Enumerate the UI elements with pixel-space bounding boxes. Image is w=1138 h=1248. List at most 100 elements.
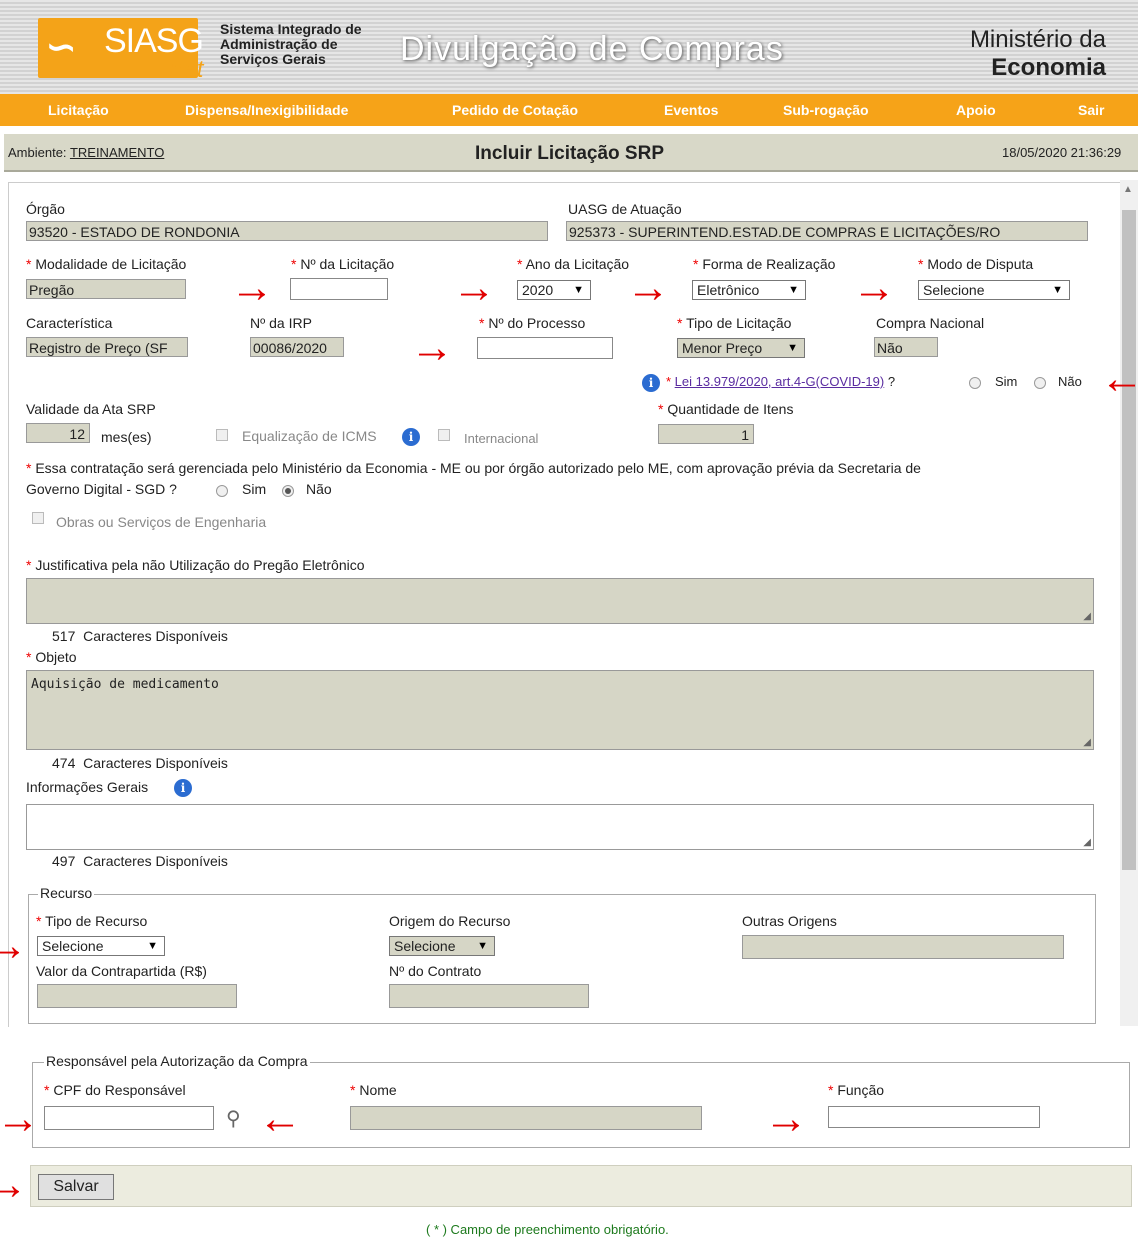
chevron-down-icon: ▼ [477, 940, 488, 952]
gerenciada-question-line2: Governo Digital - SGD ? [26, 481, 177, 497]
modo-label: * Modo de Disputa [918, 256, 1034, 272]
objeto-label: * Objeto [26, 649, 77, 665]
tipo-label: * Tipo de Licitação [677, 315, 792, 331]
info-gerais-counter: 497 Caracteres Disponíveis [52, 853, 228, 869]
nome-label: * Nome [350, 1082, 397, 1098]
validade-unit: mes(es) [101, 429, 152, 445]
justificativa-textarea[interactable]: ◢ [26, 578, 1094, 624]
chevron-down-icon: ▼ [573, 284, 584, 296]
annotation-arrow-right-icon: → [0, 1094, 40, 1143]
chevron-down-icon: ▼ [147, 940, 158, 952]
gap [0, 1028, 1138, 1046]
menu-item-eventos[interactable]: Eventos [664, 102, 718, 118]
menu-item-sub-rogacao[interactable]: Sub-rogação [783, 102, 869, 118]
lei-nao-radio[interactable] [1034, 377, 1046, 389]
num-licitacao-label: * Nº da Licitação [291, 256, 395, 272]
ministry-line1: Ministério da [969, 26, 1106, 53]
gerenciada-nao-radio[interactable] [282, 485, 294, 497]
annotation-arrow-right-icon: → [764, 1094, 808, 1143]
num-licitacao-input[interactable] [290, 278, 388, 300]
outras-origens-field [742, 935, 1064, 959]
system-name-line1: Sistema Integrado de [220, 21, 362, 37]
processo-input[interactable] [477, 337, 613, 359]
info-gerais-label: Informações Gerais [26, 779, 149, 795]
page-title: Incluir Licitação SRP [475, 143, 664, 164]
lei-link[interactable]: Lei 13.979/2020, art.4-G(COVID-19) [675, 374, 885, 389]
ambiente-link[interactable]: TREINAMENTO [70, 145, 164, 160]
chevron-down-icon: ▼ [788, 284, 799, 296]
resize-grip-icon[interactable]: ◢ [1083, 737, 1091, 748]
gerenciada-sim-label: Sim [242, 481, 267, 497]
contrapartida-field [37, 984, 237, 1008]
processo-label: * Nº do Processo [479, 315, 586, 331]
chevron-down-icon: ▼ [1052, 284, 1063, 296]
datetime: 18/05/2020 21:36:29 [1002, 145, 1122, 160]
validade-field: 12 [26, 423, 90, 443]
origem-recurso-label: Origem do Recurso [389, 913, 511, 929]
objeto-textarea[interactable]: Aquisição de medicamento ◢ [26, 670, 1094, 750]
menu-item-dispensa[interactable]: Dispensa/Inexigibilidade [185, 102, 348, 118]
lei-sim-radio[interactable] [969, 377, 981, 389]
ano-select[interactable]: 2020 ▼ [517, 280, 591, 300]
caracteristica-field: Registro de Preço (SF [26, 337, 188, 357]
lei-row: * Lei 13.979/2020, art.4-G(COVID-19) ? [666, 374, 896, 389]
scrollbar-thumb[interactable] [1122, 210, 1136, 870]
forma-select[interactable]: Eletrônico ▼ [692, 280, 806, 300]
origem-recurso-select[interactable]: Selecione ▼ [389, 936, 495, 956]
contrato-label: Nº do Contrato [389, 963, 482, 979]
menu-item-apoio[interactable]: Apoio [956, 102, 996, 118]
internacional-label: Internacional [464, 431, 539, 446]
resize-grip-icon[interactable]: ◢ [1083, 611, 1091, 622]
gerenciada-question: * Essa contratação será gerenciada pelo … [26, 460, 921, 476]
resize-grip-icon[interactable]: ◢ [1083, 837, 1091, 848]
justificativa-label: * Justificativa pela não Utilização do P… [26, 557, 365, 573]
ministry-line2: Economia [991, 54, 1106, 81]
menu-item-sair[interactable]: Sair [1078, 102, 1104, 118]
annotation-arrow-right-icon: → [0, 1160, 28, 1209]
qtd-itens-label: * Quantidade de Itens [658, 401, 794, 417]
funcao-input[interactable] [828, 1106, 1040, 1128]
menu-item-pedido-cotacao[interactable]: Pedido de Cotação [452, 102, 578, 118]
responsavel-legend: Responsável pela Autorização da Compra [44, 1053, 310, 1069]
required-note: ( * ) Campo de preenchimento obrigatório… [426, 1222, 669, 1237]
tipo-select[interactable]: Menor Preço ▼ [677, 338, 805, 358]
info-icon[interactable]: i [642, 374, 660, 392]
orgao-label: Órgão [26, 201, 65, 217]
tipo-recurso-label: * Tipo de Recurso [36, 913, 148, 929]
info-gerais-textarea[interactable]: ◢ [26, 804, 1094, 850]
lei-nao-label: Não [1058, 374, 1082, 389]
annotation-arrow-left-icon: ← [258, 1094, 302, 1143]
modalidade-field: Pregão [26, 279, 186, 299]
objeto-value: Aquisição de medicamento [31, 677, 219, 692]
scroll-up-icon[interactable]: ▲ [1123, 184, 1133, 195]
responsavel-fieldset [32, 1062, 1130, 1148]
ano-label: * Ano da Licitação [517, 256, 630, 272]
info-icon[interactable]: i [402, 428, 420, 446]
search-icon[interactable]: ⚲ [226, 1106, 241, 1131]
annotation-arrow-right-icon: → [0, 921, 28, 970]
compra-nacional-field: Não [874, 337, 938, 357]
modo-select[interactable]: Selecione ▼ [918, 280, 1070, 300]
annotation-arrow-right-icon: → [852, 263, 896, 312]
equalizacao-checkbox[interactable] [216, 429, 228, 441]
save-button[interactable]: Salvar [38, 1174, 114, 1200]
compra-nacional-label: Compra Nacional [876, 315, 985, 331]
orgao-field: 93520 - ESTADO DE RONDONIA [26, 221, 548, 241]
menu-item-licitacao[interactable]: Licitação [48, 102, 109, 118]
equalizacao-label: Equalização de ICMS [242, 428, 377, 444]
funcao-label: * Função [828, 1082, 885, 1098]
internacional-checkbox[interactable] [438, 429, 450, 441]
info-icon[interactable]: i [174, 779, 192, 797]
irp-field: 00086/2020 [250, 337, 344, 357]
cpf-input[interactable] [44, 1106, 214, 1130]
justificativa-counter: 517 Caracteres Disponíveis [52, 628, 228, 644]
uasg-label: UASG de Atuação [568, 201, 682, 217]
contrato-field [389, 984, 589, 1008]
modalidade-label: * Modalidade de Licitação [26, 256, 187, 272]
tipo-recurso-select[interactable]: Selecione ▼ [37, 936, 165, 956]
system-name-line3: Serviços Gerais [220, 51, 326, 67]
gerenciada-sim-radio[interactable] [216, 485, 228, 497]
annotation-arrow-right-icon: → [626, 263, 670, 312]
chevron-down-icon: ▼ [787, 342, 798, 354]
obras-checkbox[interactable] [32, 512, 44, 524]
